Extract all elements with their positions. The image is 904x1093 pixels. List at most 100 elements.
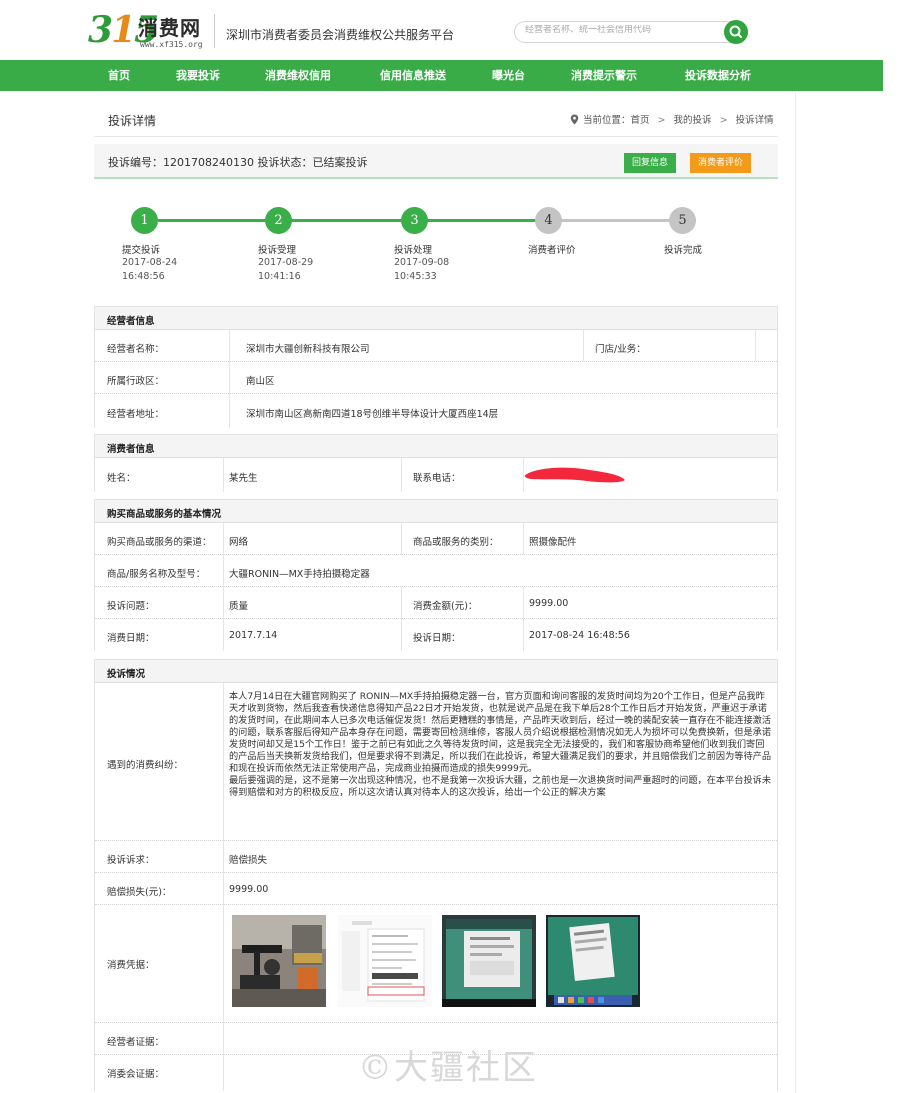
business-info-heading: 经营者信息 bbox=[95, 306, 777, 330]
step-3-circle: 3 bbox=[401, 207, 428, 234]
channel-value: 网络 bbox=[229, 537, 249, 548]
channel-label: 购买商品或服务的渠道： bbox=[107, 537, 212, 548]
step-1-circle: 1 bbox=[131, 207, 158, 234]
table-row: 消费凭据： bbox=[95, 905, 777, 1023]
district-value: 南山区 bbox=[246, 376, 275, 387]
model-value: 大疆RONIN—MX手持拍摄稳定器 bbox=[229, 569, 370, 580]
breadcrumb-current-position[interactable]: 当前位置：首页 bbox=[583, 115, 650, 126]
complaint-status-text: 投诉编号：1201708240130 投诉状态：已结案投诉 bbox=[108, 156, 368, 169]
evidence-photo-2[interactable] bbox=[338, 915, 432, 1007]
demand-label: 投诉诉求： bbox=[107, 855, 155, 866]
nav-home[interactable]: 首页 bbox=[108, 60, 130, 91]
breadcrumb-my-complaints[interactable]: 我的投诉 bbox=[674, 115, 712, 126]
step-2-circle: 2 bbox=[265, 207, 292, 234]
purchase-info-section: 购买商品或服务的基本情况 购买商品或服务的渠道： 网络 商品或服务的类别： 照摄… bbox=[94, 499, 778, 651]
step-3-label: 投诉处理 bbox=[394, 245, 433, 256]
consumer-phone-label: 联系电话： bbox=[413, 473, 461, 484]
evidence-photo-1-image bbox=[232, 915, 326, 1007]
nav-credit-push[interactable]: 信用信息推送 bbox=[380, 60, 446, 91]
amount-label: 消费金额(元)： bbox=[413, 601, 478, 612]
business-info-title: 经营者信息 bbox=[107, 316, 155, 327]
site-logo[interactable]: 315 消费网 www.xf315.org bbox=[88, 8, 218, 52]
issue-label: 投诉问题： bbox=[107, 601, 155, 612]
search-icon bbox=[729, 25, 742, 38]
business-name-value: 深圳市大疆创新科技有限公司 bbox=[246, 344, 370, 355]
table-row: 投诉问题： 质量 消费金额(元)： 9999.00 bbox=[95, 587, 777, 619]
dispute-text-paragraph-1: 本人7月14日在大疆官网购买了 RONIN—MX手持拍摄稳定器一台，官方页面和询… bbox=[229, 691, 772, 774]
content-border bbox=[795, 93, 796, 1093]
issue-value: 质量 bbox=[229, 601, 249, 612]
dispute-text-paragraph-2: 最后要强调的是，这不是第一次出现这种情况，也不是我第一次投诉大疆，之前也是一次退… bbox=[229, 775, 772, 798]
column-divider bbox=[523, 619, 524, 651]
evidence-photo-1[interactable] bbox=[232, 915, 326, 1007]
step-1-date: 2017-08-24 bbox=[122, 257, 178, 268]
step-2-label: 投诉受理 bbox=[258, 245, 297, 256]
evidence-photo-2-image bbox=[338, 915, 432, 1007]
address-label: 经营者地址： bbox=[107, 409, 165, 420]
consumer-rating-button[interactable]: 消费者评价 bbox=[690, 153, 752, 173]
search-button[interactable] bbox=[724, 20, 748, 44]
table-row: 姓名： 某先生 联系电话： bbox=[95, 458, 777, 492]
search-box[interactable] bbox=[514, 21, 748, 43]
table-row: 所属行政区： 南山区 bbox=[95, 362, 777, 394]
amount-value: 9999.00 bbox=[529, 598, 569, 609]
purchase-date-label: 消费日期： bbox=[107, 633, 155, 644]
evidence-photo-3[interactable] bbox=[442, 915, 536, 1007]
step-5-label: 投诉完成 bbox=[664, 245, 703, 256]
step-4-label: 消费者评价 bbox=[528, 245, 576, 256]
store-label: 门店/业务： bbox=[595, 344, 646, 355]
nav-credit[interactable]: 消费维权信用 bbox=[265, 60, 331, 91]
step-3-time: 10:45:33 bbox=[394, 271, 437, 282]
complaint-status-bar: 投诉编号：1201708240130 投诉状态：已结案投诉 回复信息 消费者评价 bbox=[94, 144, 778, 179]
purchase-info-heading: 购买商品或服务的基本情况 bbox=[95, 499, 777, 523]
logo-divider bbox=[214, 14, 215, 48]
business-name-label: 经营者名称： bbox=[107, 344, 165, 355]
table-row: 经营者地址： 深圳市南山区高新南四道18号创维半导体设计大厦西座14层 bbox=[95, 394, 777, 428]
complaint-detail-section: 投诉情况 遇到的消费纠纷： 本人7月14日在大疆官网购买了 RONIN—MX手持… bbox=[94, 659, 778, 1091]
consumer-info-heading: 消费者信息 bbox=[95, 434, 777, 458]
table-row: 消费日期： 2017.7.14 投诉日期： 2017-08-24 16:48:5… bbox=[95, 619, 777, 651]
logo-url: www.xf315.org bbox=[140, 40, 203, 49]
table-row: 经营者名称： 深圳市大疆创新科技有限公司 门店/业务： bbox=[95, 330, 777, 362]
business-evidence-label: 经营者证据： bbox=[107, 1037, 165, 1048]
purchase-date-value: 2017.7.14 bbox=[229, 630, 278, 641]
consumer-info-title: 消费者信息 bbox=[107, 444, 155, 455]
step-2-date: 2017-08-29 bbox=[258, 257, 314, 268]
complaint-date-value: 2017-08-24 16:48:56 bbox=[529, 630, 630, 641]
table-row: 遇到的消费纠纷： 本人7月14日在大疆官网购买了 RONIN—MX手持拍摄稳定器… bbox=[95, 683, 777, 841]
nav-exposure[interactable]: 曝光台 bbox=[492, 60, 525, 91]
dispute-description: 本人7月14日在大疆官网购买了 RONIN—MX手持拍摄稳定器一台，官方页面和询… bbox=[229, 691, 773, 799]
breadcrumb-sep: > bbox=[657, 115, 666, 126]
purchase-info-title: 购买商品或服务的基本情况 bbox=[107, 509, 222, 520]
main-nav: 首页 我要投诉 消费维权信用 信用信息推送 曝光台 消费提示警示 投诉数据分析 bbox=[0, 60, 883, 91]
evidence-label: 消费凭据： bbox=[107, 960, 155, 971]
logo-digit-3: 3 bbox=[88, 9, 113, 51]
table-row: 赔偿损失(元)： 9999.00 bbox=[95, 873, 777, 905]
complaint-date-label: 投诉日期： bbox=[413, 633, 461, 644]
table-row: 商品/服务名称及型号： 大疆RONIN—MX手持拍摄稳定器 bbox=[95, 555, 777, 587]
site-header: 315 消费网 www.xf315.org 深圳市消费者委员会消费维权公共服务平… bbox=[0, 0, 904, 60]
district-label: 所属行政区： bbox=[107, 376, 165, 387]
evidence-photo-4[interactable] bbox=[546, 915, 640, 1007]
nav-warnings[interactable]: 消费提示警示 bbox=[571, 60, 637, 91]
search-input[interactable] bbox=[525, 25, 715, 35]
consumer-name-label: 姓名： bbox=[107, 473, 136, 484]
compensation-label: 赔偿损失(元)： bbox=[107, 887, 172, 898]
breadcrumb-sep: > bbox=[719, 115, 728, 126]
column-divider bbox=[401, 458, 402, 492]
reply-info-button[interactable]: 回复信息 bbox=[624, 153, 677, 173]
consumer-name-value: 某先生 bbox=[229, 473, 258, 484]
nav-data-analysis[interactable]: 投诉数据分析 bbox=[685, 60, 751, 91]
table-row: 投诉诉求： 赔偿损失 bbox=[95, 841, 777, 873]
step-3-date: 2017-09-08 bbox=[394, 257, 450, 268]
step-5-circle: 5 bbox=[669, 207, 696, 234]
phone-redaction-mark bbox=[524, 467, 625, 483]
category-value: 照摄像配件 bbox=[529, 537, 577, 548]
nav-complain[interactable]: 我要投诉 bbox=[176, 60, 220, 91]
breadcrumb-complaint-detail: 投诉详情 bbox=[735, 115, 774, 126]
dispute-label: 遇到的消费纠纷： bbox=[107, 760, 184, 771]
step-2-time: 10:41:16 bbox=[258, 271, 301, 282]
step-4-circle: 4 bbox=[535, 207, 562, 234]
page-title: 投诉详情 bbox=[108, 114, 157, 128]
watermark: ©大疆社区 bbox=[358, 1048, 538, 1088]
